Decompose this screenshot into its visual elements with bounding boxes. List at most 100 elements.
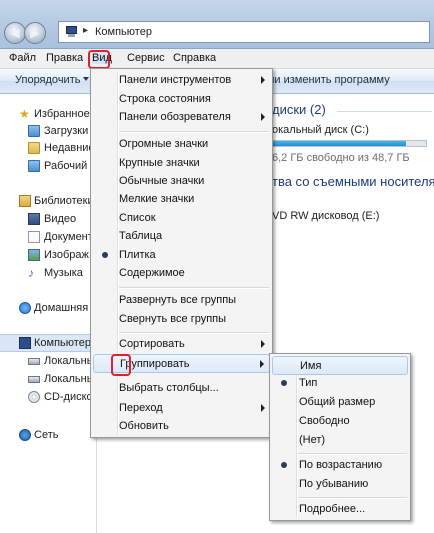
menu-separator [119,332,269,334]
nav-item-libraries[interactable]: Библиотеки [0,192,96,210]
organize-button[interactable]: Упорядочить [15,74,80,86]
drive-c-name[interactable]: окальный диск (C:) [272,124,369,136]
removable-devices-header[interactable]: тва со съемными носителя [272,174,434,189]
menu-item-label: Строка состояния [119,93,211,105]
menu-item-label: Развернуть все группы [119,294,237,306]
divider [337,111,432,112]
group-by-type[interactable]: Тип [272,374,408,393]
dvd-drive-name[interactable]: VD RW дисковод (E:) [272,210,379,222]
group-descending[interactable]: По убыванию [272,475,408,494]
chevron-right-icon [261,113,265,121]
menu-item-label: Таблица [119,230,163,242]
chevron-right-icon [260,360,264,368]
nav-item-label: Компьютер [34,337,91,349]
menu-item-collapse-groups[interactable]: Свернуть все группы [93,310,270,329]
nav-item-label: Рабочий [44,160,88,172]
radio-dot-icon [281,462,287,468]
hard-drive-icon [28,358,40,365]
nav-item-label: Музыка [44,267,83,279]
group-by-free-space[interactable]: Свободно [272,412,408,431]
menu-tools[interactable]: Сервис [127,52,165,64]
menu-item-label: Панели обозревателя [119,111,231,123]
menu-item-explorer-bars[interactable]: Панели обозревателя [93,108,270,127]
menu-item-label: Обновить [119,420,169,432]
nav-item-network[interactable]: Сеть [0,426,96,444]
address-bar[interactable]: ▸ Компьютер [58,21,430,43]
menu-item-toolbars[interactable]: Панели инструментов [93,71,270,90]
recent-places-icon [28,142,40,154]
menu-item-label: Огромные значки [119,138,209,150]
menu-item-refresh[interactable]: Обновить [93,417,270,436]
music-note-icon: ♪ [28,266,34,280]
menu-help[interactable]: Справка [173,52,216,64]
drive-c-usage-fill [273,141,407,146]
menu-item-label: Содержимое [119,267,185,279]
menu-separator [298,453,407,455]
nav-item-label: Видео [44,213,77,225]
nav-item-label: Сеть [34,429,59,441]
nav-item-label: Загрузки [44,125,89,137]
menu-item-list[interactable]: Список [93,209,270,228]
hard-drives-header[interactable]: диски (2) [272,102,326,117]
menu-item-choose-columns[interactable]: Выбрать столбцы... [93,379,270,398]
menu-file[interactable]: Файл [9,52,36,64]
nav-item-desktop[interactable]: Рабочий [0,157,96,175]
nav-item-favorites[interactable]: ★ Избранное [0,105,96,123]
nav-item-computer[interactable]: Компьютер [0,334,96,352]
menu-item-label: Обычные значки [119,175,205,187]
nav-item-label: Домашняя [34,302,89,314]
menu-item-medium-icons[interactable]: Обычные значки [93,172,270,191]
menu-item-label: Общий размер [299,396,376,408]
menu-item-label: Выбрать столбцы... [119,382,219,394]
forward-button[interactable]: ▶ [24,22,46,44]
menu-item-label: Переход [119,402,163,414]
menu-item-tiles[interactable]: Плитка [93,246,270,265]
menu-item-small-icons[interactable]: Мелкие значки [93,190,270,209]
menu-item-extra-large-icons[interactable]: Огромные значки [93,135,270,154]
nav-item-homegroup[interactable]: Домашняя [0,299,96,317]
nav-item-video[interactable]: Видео [0,210,96,228]
chevron-down-icon [83,77,89,81]
back-button[interactable]: ◀ [4,22,26,44]
menu-item-go-to[interactable]: Переход [93,399,270,418]
group-by-none[interactable]: (Нет) [272,431,408,450]
navigation-pane: ★ Избранное Загрузки Недавние Рабочий Би… [0,94,97,533]
nav-item-local-disk-2[interactable]: Локальны [0,370,96,388]
network-icon [19,429,31,441]
breadcrumb-chevron-icon[interactable]: ▸ [83,25,88,36]
menu-item-label: Плитка [119,249,156,261]
menu-item-large-icons[interactable]: Крупные значки [93,154,270,173]
nav-item-label: Избранное [34,108,90,120]
change-program-button[interactable]: ли изменить программу [268,74,390,86]
menu-item-label: Мелкие значки [119,193,195,205]
menu-item-label: Список [119,212,156,224]
menu-edit[interactable]: Правка [46,52,83,64]
menu-item-label: (Нет) [299,434,326,446]
menu-item-content[interactable]: Содержимое [93,264,270,283]
nav-item-local-disk-1[interactable]: Локальны [0,352,96,370]
menu-item-status-bar[interactable]: Строка состояния [93,90,270,109]
menu-item-expand-groups[interactable]: Развернуть все группы [93,291,270,310]
nav-item-documents[interactable]: Документ [0,228,96,246]
menu-item-sort-by[interactable]: Сортировать [93,335,270,354]
breadcrumb-computer[interactable]: Компьютер [95,26,152,38]
nav-item-downloads[interactable]: Загрузки [0,122,96,140]
menu-item-label: Крупные значки [119,157,200,169]
nav-item-images[interactable]: Изображ [0,246,96,264]
group-by-total-size[interactable]: Общий размер [272,393,408,412]
menu-item-details[interactable]: Таблица [93,227,270,246]
nav-item-recent[interactable]: Недавние [0,139,96,157]
group-ascending[interactable]: По возрастанию [272,456,408,475]
annotation-highlight-group-by [111,354,131,376]
nav-item-music[interactable]: ♪ Музыка [0,264,96,282]
radio-dot-icon [281,380,287,386]
nav-item-label: Библиотеки [34,195,94,207]
menu-separator [298,497,407,499]
nav-item-label: Документ [44,231,93,243]
nav-item-cd-drive[interactable]: CD-диско [0,388,96,406]
group-by-name[interactable]: Имя [272,356,408,375]
menu-item-label: Имя [300,360,322,372]
group-more[interactable]: Подробнее... [272,500,408,519]
menu-item-label: Свободно [299,415,350,427]
video-icon [28,213,40,225]
